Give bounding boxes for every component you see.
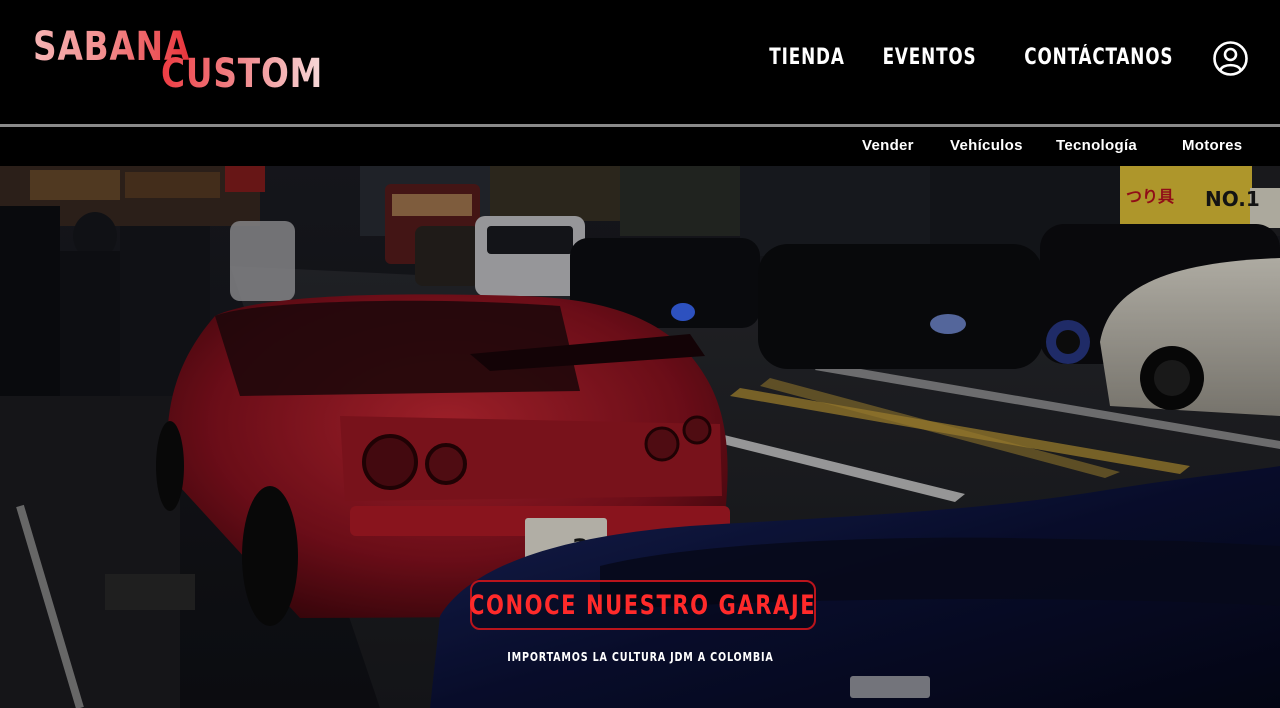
garage-cta-label: CONOCE NUESTRO GARAJE	[469, 589, 817, 621]
logo-text-custom: CUSTOM	[161, 51, 324, 97]
hero-banner: つり具 NO.1 CONOCE NUESTRO GARAJE IMPORTAMO…	[0, 166, 1280, 708]
garage-cta-button[interactable]: CONOCE NUESTRO GARAJE	[469, 580, 817, 630]
subnav-link-motores[interactable]: Motores	[1182, 137, 1242, 154]
user-circle-icon[interactable]	[1212, 40, 1249, 77]
hero-tagline-text: IMPORTAMOS LA CULTURA JDM A COLOMBIA	[506, 650, 774, 664]
brand-logo[interactable]: SABANA CUSTOM	[33, 26, 333, 96]
subnav-link-tecnologia[interactable]: Tecnología	[1056, 137, 1137, 154]
category-navigation: Vender Vehículos Tecnología Motores	[0, 127, 1280, 166]
subnav-link-vender[interactable]: Vender	[862, 137, 914, 154]
nav-link-contactanos[interactable]: CONTÁCTANOS	[1024, 44, 1173, 72]
subnav-link-vehiculos[interactable]: Vehículos	[950, 137, 1023, 154]
main-navigation: TIENDA EVENTOS CONTÁCTANOS	[756, 44, 1173, 72]
site-header: SABANA CUSTOM TIENDA EVENTOS CONTÁCTANOS	[0, 0, 1280, 125]
hero-tagline: IMPORTAMOS LA CULTURA JDM A COLOMBIA	[0, 650, 1280, 664]
nav-link-eventos[interactable]: EVENTOS	[883, 44, 977, 72]
nav-link-tienda[interactable]: TIENDA	[770, 44, 845, 72]
